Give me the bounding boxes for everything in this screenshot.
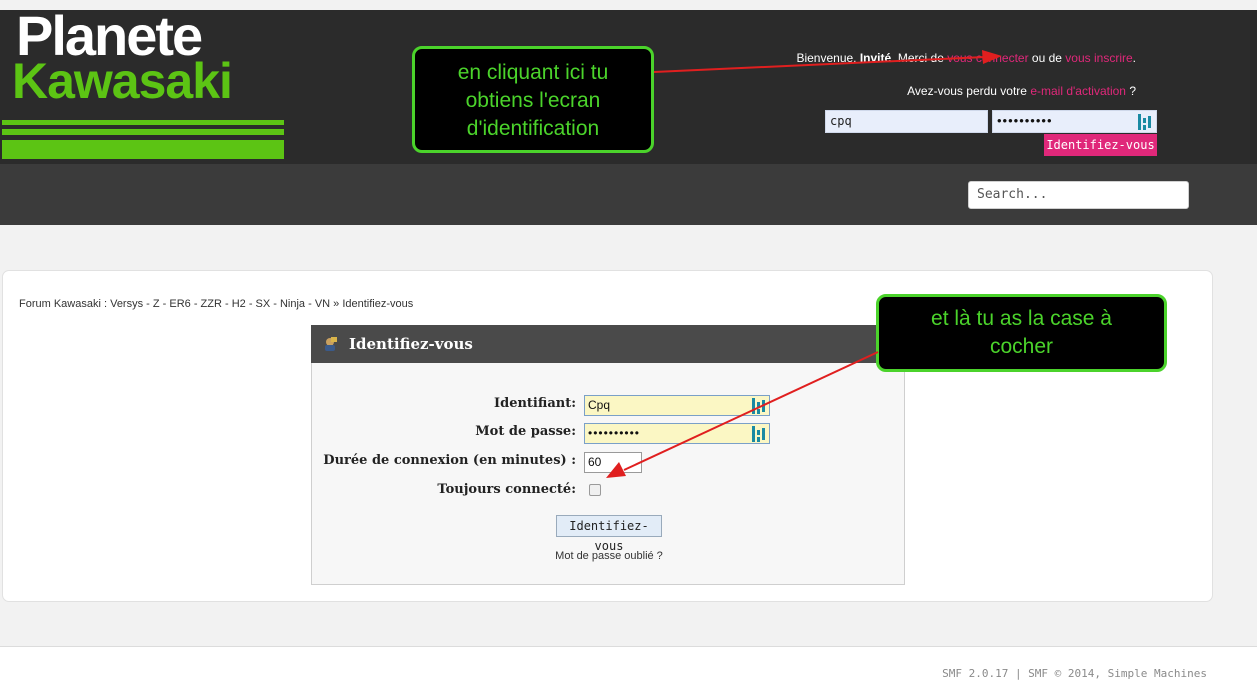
welcome-message: Bienvenue, Invité. Merci de vous connect… bbox=[760, 50, 1136, 66]
login-form: Identifiant: Cpq Mot de passe: •••••••••… bbox=[311, 363, 905, 585]
password-label: Mot de passe: bbox=[475, 424, 576, 439]
site-logo[interactable]: Planete Kawasaki bbox=[0, 8, 290, 164]
lost-activation-line: Avez-vous perdu votre e-mail d'activatio… bbox=[760, 84, 1136, 98]
username-input[interactable]: Cpq bbox=[584, 395, 770, 416]
guest-name: Invité bbox=[859, 51, 892, 65]
register-link[interactable]: vous inscrire bbox=[1065, 51, 1132, 65]
duration-label: Durée de connexion (en minutes) : bbox=[323, 453, 576, 468]
login-panel-header: Identifiez-vous bbox=[311, 325, 905, 363]
lost-suffix: ? bbox=[1125, 84, 1136, 98]
activation-link[interactable]: e-mail d'activation bbox=[1030, 84, 1126, 98]
welcome-prefix: Bienvenue, bbox=[796, 51, 860, 65]
duration-input[interactable]: 60 bbox=[584, 452, 642, 473]
user-login-icon bbox=[325, 337, 337, 351]
callout-line: cocher bbox=[989, 335, 1054, 358]
logo-stripe bbox=[2, 120, 284, 125]
login-panel: Identifiez-vous Identifiant: Cpq Mot de … bbox=[311, 325, 905, 585]
lost-prefix: Avez-vous perdu votre bbox=[907, 84, 1031, 98]
breadcrumb[interactable]: Forum Kawasaki : Versys - Z - ER6 - ZZR … bbox=[19, 298, 413, 310]
callout-line: obtiens l'ecran bbox=[465, 89, 601, 112]
always-connected-label: Toujours connecté: bbox=[437, 482, 576, 497]
callout-line: d'identification bbox=[466, 117, 600, 140]
password-value: •••••••••• bbox=[588, 426, 641, 440]
search-input[interactable]: Search... bbox=[968, 181, 1189, 209]
welcome-mid: . Merci de bbox=[891, 51, 948, 65]
connect-link[interactable]: vous connecter bbox=[947, 51, 1028, 65]
password-manager-icon[interactable] bbox=[752, 398, 766, 414]
header-password-value: •••••••••• bbox=[997, 113, 1053, 128]
forgot-password-link[interactable]: Mot de passe oublié ? bbox=[312, 550, 906, 562]
logo-stripe bbox=[2, 140, 284, 159]
login-submit-button[interactable]: Identifiez-vous bbox=[556, 515, 662, 553]
login-panel-title: Identifiez-vous bbox=[349, 335, 473, 353]
header-login-button[interactable]: Identifiez-vous bbox=[1044, 134, 1157, 156]
callout-line: et là tu as la case à bbox=[931, 307, 1112, 330]
password-manager-icon[interactable] bbox=[752, 426, 766, 442]
header-password-input[interactable]: •••••••••• bbox=[992, 110, 1157, 133]
callout-line: en cliquant ici tu bbox=[457, 61, 609, 84]
period: . bbox=[1132, 51, 1136, 65]
footer: SMF 2.0.17 | SMF © 2014, Simple Machines bbox=[0, 646, 1257, 682]
always-connected-checkbox[interactable] bbox=[589, 484, 601, 496]
header-username-input[interactable]: cpq bbox=[825, 110, 988, 133]
footer-credits[interactable]: SMF 2.0.17 | SMF © 2014, Simple Machines bbox=[942, 667, 1207, 680]
annotation-callout-checkbox: et là tu as la case à cocher bbox=[876, 294, 1167, 372]
logo-line-kawasaki: Kawasaki bbox=[12, 53, 233, 109]
annotation-callout-connect: en cliquant ici tu obtiens l'ecran d'ide… bbox=[412, 46, 654, 153]
username-label: Identifiant: bbox=[494, 396, 576, 411]
password-manager-icon[interactable] bbox=[1138, 114, 1152, 130]
password-input[interactable]: •••••••••• bbox=[584, 423, 770, 444]
footer-divider bbox=[0, 646, 1257, 647]
logo-stripe bbox=[2, 129, 284, 135]
username-value: Cpq bbox=[588, 398, 611, 412]
nav-bar: Search... bbox=[0, 164, 1257, 225]
or-text: ou de bbox=[1028, 51, 1066, 65]
